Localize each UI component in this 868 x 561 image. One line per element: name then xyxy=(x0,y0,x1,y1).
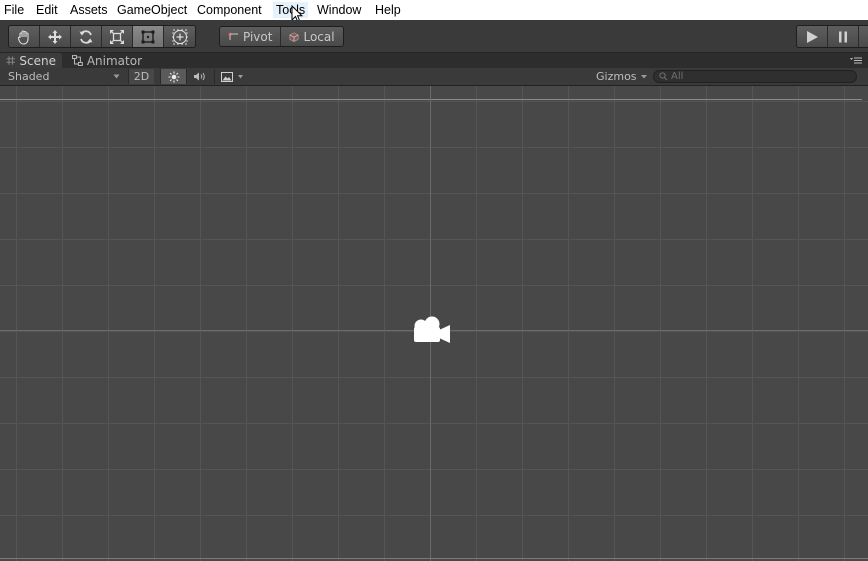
scale-tool-button[interactable] xyxy=(102,26,133,47)
pivot-button[interactable]: Pivot xyxy=(220,27,281,46)
transform-tool-button[interactable] xyxy=(164,26,195,47)
camera-gizmo-icon[interactable] xyxy=(411,316,451,346)
menu-component[interactable]: Component xyxy=(197,2,262,18)
panel-tab-strip: Scene Animator xyxy=(0,53,868,68)
rect-tool-icon xyxy=(141,30,155,43)
transform-tool-icon xyxy=(172,29,187,44)
play-button[interactable] xyxy=(797,26,828,47)
local-cube-icon xyxy=(289,31,300,42)
tab-scene[interactable]: Scene xyxy=(0,53,62,68)
shading-mode-label: Shaded xyxy=(8,70,50,83)
scene-audio-toggle[interactable] xyxy=(186,69,212,84)
scene-search-field[interactable]: All xyxy=(653,70,857,83)
toggle-2d-label: 2D xyxy=(133,70,150,83)
shading-mode-dropdown[interactable]: Shaded xyxy=(2,69,124,84)
panel-menu-icon[interactable] xyxy=(850,55,862,65)
tab-scene-label: Scene xyxy=(19,53,56,68)
tab-animator[interactable]: Animator xyxy=(66,53,148,68)
hand-icon xyxy=(17,29,29,45)
toggle-2d-button[interactable]: 2D xyxy=(128,69,154,84)
image-effects-icon xyxy=(220,71,233,82)
animator-icon xyxy=(72,55,83,66)
transform-tools xyxy=(8,25,196,48)
play-icon xyxy=(807,30,818,43)
scene-viewport[interactable] xyxy=(0,86,868,561)
step-button[interactable] xyxy=(859,26,868,47)
menu-bar: File Edit Assets GameObject Component To… xyxy=(0,0,868,24)
camera-bounds-bottom xyxy=(0,558,868,559)
menu-assets[interactable]: Assets xyxy=(70,2,108,18)
local-button[interactable]: Local xyxy=(280,27,343,46)
main-toolbar: Pivot Local xyxy=(0,20,868,53)
rotate-icon xyxy=(79,29,93,44)
rotate-tool-button[interactable] xyxy=(71,26,102,47)
move-tool-button[interactable] xyxy=(40,26,71,47)
sun-icon xyxy=(168,71,179,82)
pause-icon xyxy=(839,31,847,42)
pivot-label: Pivot xyxy=(243,29,273,44)
scene-lighting-toggle[interactable] xyxy=(160,69,186,84)
pivot-icon xyxy=(228,32,238,40)
pivot-local-group: Pivot Local xyxy=(219,26,344,47)
chevron-down-icon xyxy=(640,74,647,78)
menu-help[interactable]: Help xyxy=(375,2,401,18)
local-label: Local xyxy=(303,29,335,44)
pause-button[interactable] xyxy=(828,26,859,47)
speaker-icon xyxy=(194,72,205,81)
menu-gameobject[interactable]: GameObject xyxy=(117,2,187,18)
camera-bounds-top xyxy=(0,99,862,100)
menu-edit[interactable]: Edit xyxy=(36,2,58,18)
play-controls xyxy=(796,25,868,48)
scene-control-bar: Shaded 2D Gizmos All xyxy=(0,68,868,86)
scene-effects-dropdown[interactable] xyxy=(214,69,248,84)
scale-icon xyxy=(110,29,124,44)
chevron-down-icon xyxy=(237,74,243,78)
search-placeholder: All xyxy=(671,71,684,82)
gizmos-dropdown[interactable]: Gizmos xyxy=(594,69,648,84)
chevron-down-icon xyxy=(113,74,120,79)
gizmos-label: Gizmos xyxy=(596,70,637,83)
hand-tool-button[interactable] xyxy=(9,26,40,47)
move-icon xyxy=(48,29,62,44)
menu-file[interactable]: File xyxy=(4,2,24,18)
search-icon xyxy=(659,72,668,81)
menu-window[interactable]: Window xyxy=(317,2,361,18)
tab-animator-label: Animator xyxy=(86,53,142,68)
grid-icon xyxy=(6,56,15,65)
rect-tool-button[interactable] xyxy=(133,26,164,47)
